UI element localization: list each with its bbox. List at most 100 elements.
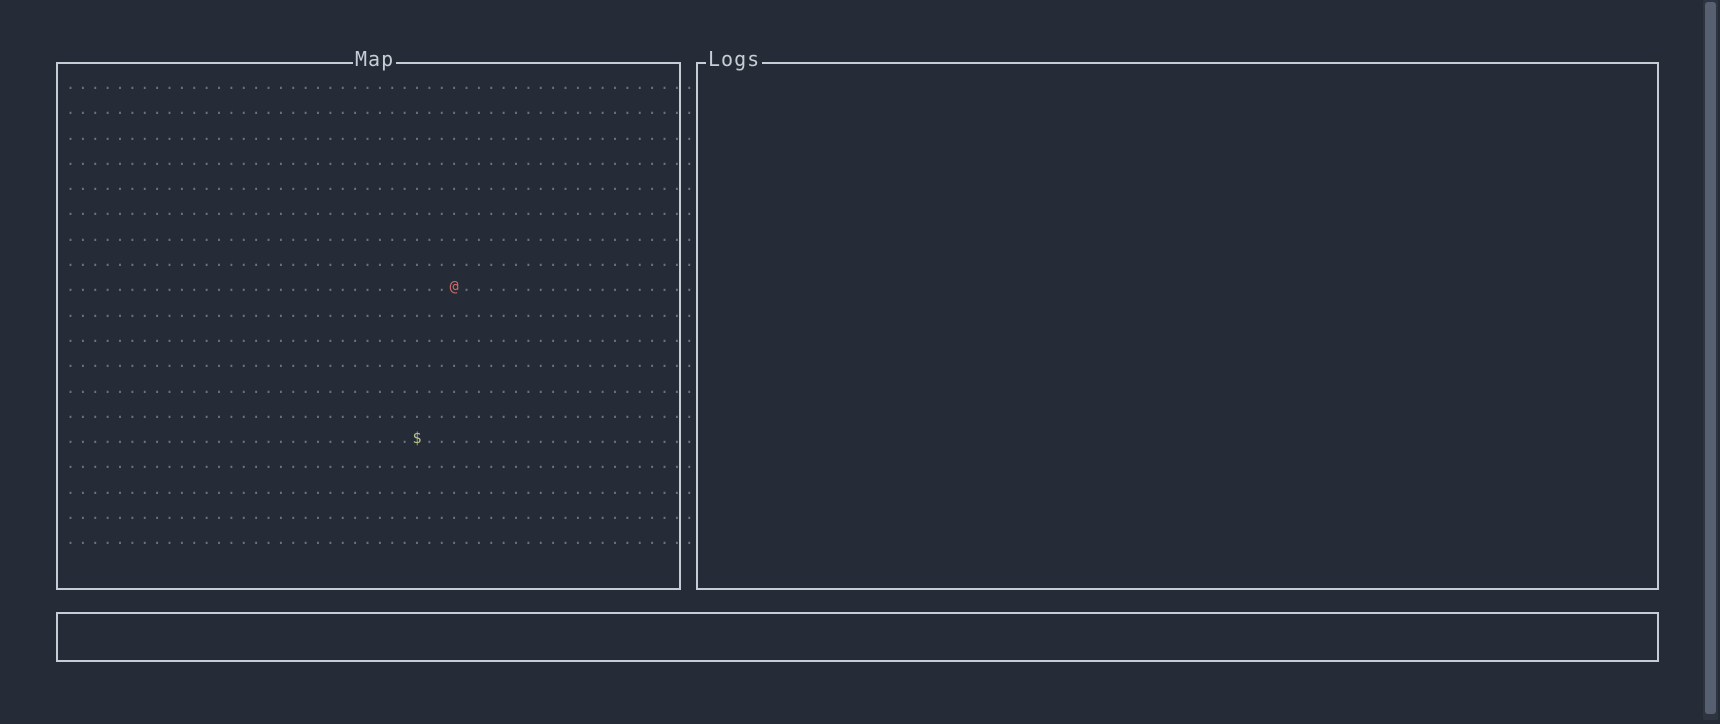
floor-glyph: . xyxy=(78,75,90,93)
floor-glyph: . xyxy=(611,328,623,346)
floor-glyph: . xyxy=(239,100,251,118)
floor-glyph: . xyxy=(252,126,264,144)
floor-glyph: . xyxy=(351,151,363,169)
floor-glyph: . xyxy=(264,328,276,346)
scrollbar-track[interactable] xyxy=(1703,0,1718,720)
floor-glyph: . xyxy=(153,454,165,472)
floor-glyph: . xyxy=(611,454,623,472)
floor-glyph: . xyxy=(388,277,400,295)
floor-glyph: . xyxy=(165,277,177,295)
floor-glyph: . xyxy=(351,530,363,548)
floor-glyph: . xyxy=(586,379,598,397)
floor-glyph: . xyxy=(264,429,276,447)
floor-glyph: . xyxy=(91,151,103,169)
floor-glyph: . xyxy=(289,480,301,498)
floor-glyph: . xyxy=(524,303,536,321)
floor-glyph: . xyxy=(190,277,202,295)
floor-glyph: . xyxy=(215,277,227,295)
floor-glyph: . xyxy=(388,100,400,118)
floor-glyph: . xyxy=(66,353,78,371)
floor-glyph: . xyxy=(462,353,474,371)
floor-glyph: . xyxy=(351,480,363,498)
floor-glyph: . xyxy=(128,201,140,219)
floor-glyph: . xyxy=(91,252,103,270)
floor-glyph: . xyxy=(474,353,486,371)
floor-glyph: . xyxy=(140,480,152,498)
floor-glyph: . xyxy=(648,75,660,93)
floor-glyph: . xyxy=(462,379,474,397)
floor-glyph: . xyxy=(400,100,412,118)
floor-glyph: . xyxy=(462,505,474,523)
floor-glyph: . xyxy=(351,252,363,270)
floor-glyph: . xyxy=(78,277,90,295)
floor-glyph: . xyxy=(512,252,524,270)
floor-glyph: . xyxy=(524,277,536,295)
floor-glyph: . xyxy=(202,404,214,422)
floor-glyph: . xyxy=(103,505,115,523)
floor-glyph: . xyxy=(78,404,90,422)
floor-glyph: . xyxy=(190,126,202,144)
floor-glyph: . xyxy=(437,429,449,447)
floor-glyph: . xyxy=(499,328,511,346)
floor-glyph: . xyxy=(375,227,387,245)
floor-glyph: . xyxy=(66,151,78,169)
map-grid[interactable]: ........................................… xyxy=(66,72,747,553)
map-row: ........................................… xyxy=(66,224,747,249)
floor-glyph: . xyxy=(586,151,598,169)
floor-glyph: . xyxy=(586,429,598,447)
floor-glyph: . xyxy=(462,454,474,472)
floor-glyph: . xyxy=(561,252,573,270)
floor-glyph: . xyxy=(276,429,288,447)
game-screen[interactable]: Map ....................................… xyxy=(0,0,1720,724)
floor-glyph: . xyxy=(660,75,672,93)
floor-glyph: . xyxy=(611,480,623,498)
floor-glyph: . xyxy=(536,480,548,498)
floor-glyph: . xyxy=(388,176,400,194)
floor-glyph: . xyxy=(413,328,425,346)
floor-glyph: . xyxy=(598,379,610,397)
floor-glyph: . xyxy=(289,328,301,346)
floor-glyph: . xyxy=(388,126,400,144)
floor-glyph: . xyxy=(276,379,288,397)
floor-glyph: . xyxy=(314,454,326,472)
floor-glyph: . xyxy=(66,530,78,548)
floor-glyph: . xyxy=(623,530,635,548)
floor-glyph: . xyxy=(239,252,251,270)
map-row: ........................................… xyxy=(66,72,747,97)
map-row: ........................................… xyxy=(66,300,747,325)
floor-glyph: . xyxy=(289,303,301,321)
floor-glyph: . xyxy=(66,328,78,346)
floor-glyph: . xyxy=(635,277,647,295)
floor-glyph: . xyxy=(202,480,214,498)
floor-glyph: . xyxy=(375,429,387,447)
floor-glyph: . xyxy=(400,303,412,321)
floor-glyph: . xyxy=(375,201,387,219)
floor-glyph: . xyxy=(103,480,115,498)
floor-glyph: . xyxy=(103,151,115,169)
floor-glyph: . xyxy=(660,505,672,523)
floor-glyph: . xyxy=(573,201,585,219)
floor-glyph: . xyxy=(375,505,387,523)
floor-glyph: . xyxy=(363,201,375,219)
floor-glyph: . xyxy=(91,379,103,397)
floor-glyph: . xyxy=(326,126,338,144)
floor-glyph: . xyxy=(215,404,227,422)
floor-glyph: . xyxy=(611,201,623,219)
floor-glyph: . xyxy=(623,303,635,321)
scrollbar-thumb[interactable] xyxy=(1705,2,1716,714)
floor-glyph: . xyxy=(635,151,647,169)
floor-glyph: . xyxy=(153,505,165,523)
floor-glyph: . xyxy=(425,252,437,270)
floor-glyph: . xyxy=(264,201,276,219)
floor-glyph: . xyxy=(413,530,425,548)
floor-glyph: . xyxy=(400,201,412,219)
floor-glyph: . xyxy=(487,151,499,169)
floor-glyph: . xyxy=(660,328,672,346)
floor-glyph: . xyxy=(450,126,462,144)
floor-glyph: . xyxy=(78,379,90,397)
floor-glyph: . xyxy=(437,303,449,321)
floor-glyph: . xyxy=(598,530,610,548)
floor-glyph: . xyxy=(314,277,326,295)
floor-glyph: . xyxy=(215,126,227,144)
floor-glyph: . xyxy=(375,277,387,295)
